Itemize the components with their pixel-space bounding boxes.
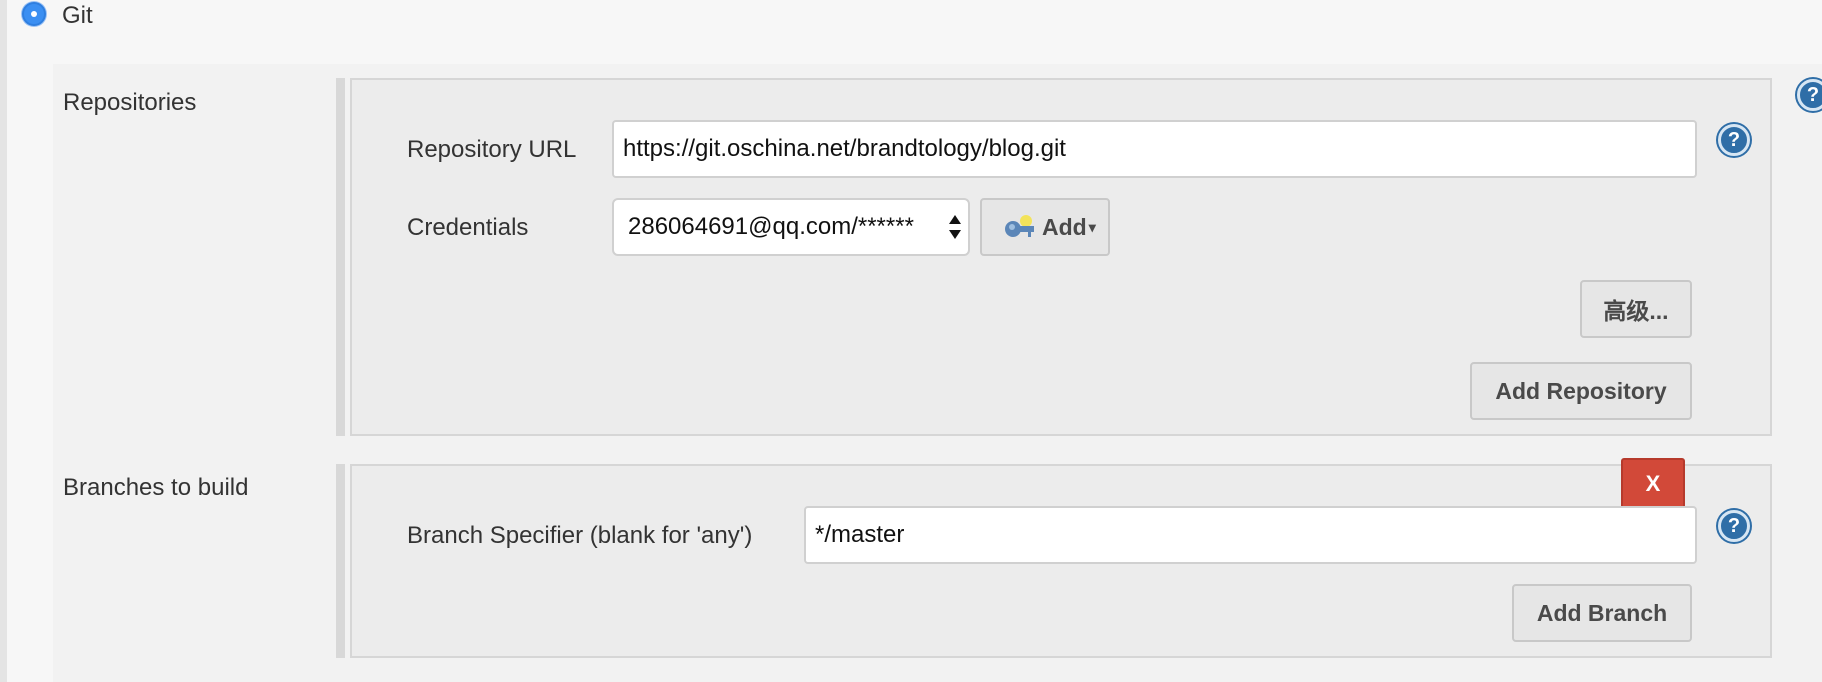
git-radio[interactable] (22, 2, 46, 26)
scm-option-header (7, 0, 1822, 64)
help-icon[interactable]: ? (1797, 79, 1822, 111)
repositories-label: Repositories (63, 89, 197, 116)
select-arrows-icon (949, 215, 961, 239)
git-option-label[interactable]: Git (62, 2, 93, 30)
delete-branch-button[interactable]: X (1621, 458, 1685, 510)
repository-url-label: Repository URL (407, 136, 577, 163)
add-credentials-button[interactable]: Add ▾ (980, 198, 1110, 256)
repository-url-input[interactable]: https://git.oschina.net/brandtology/blog… (612, 120, 1697, 178)
branches-label: Branches to build (63, 474, 249, 501)
radio-selected-icon (31, 11, 37, 17)
add-branch-button[interactable]: Add Branch (1512, 584, 1692, 642)
branch-specifier-label: Branch Specifier (blank for 'any') (407, 522, 753, 549)
indent-strip (7, 44, 53, 682)
credentials-value: 286064691@qq.com/****** (628, 213, 914, 240)
repositories-bar (336, 78, 345, 436)
key-icon (1005, 215, 1034, 237)
advanced-button[interactable]: 高级... (1580, 280, 1692, 338)
branches-bar (336, 464, 345, 658)
dropdown-caret-icon: ▾ (1088, 218, 1096, 235)
left-border (0, 0, 7, 682)
add-repository-button[interactable]: Add Repository (1470, 362, 1692, 420)
add-credentials-label: Add (1042, 213, 1087, 240)
branch-specifier-input[interactable]: */master (804, 506, 1697, 564)
repository-url-help-icon[interactable]: ? (1718, 124, 1750, 156)
credentials-select[interactable]: 286064691@qq.com/****** (612, 198, 970, 256)
branch-specifier-help-icon[interactable]: ? (1718, 510, 1750, 542)
credentials-label: Credentials (407, 214, 529, 241)
